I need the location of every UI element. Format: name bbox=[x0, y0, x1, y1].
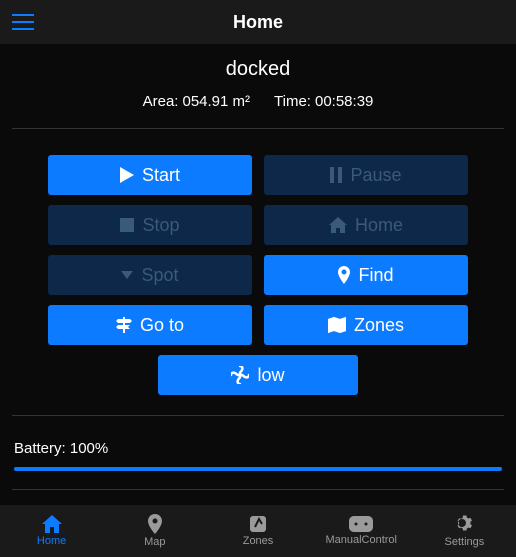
pin-icon bbox=[338, 266, 350, 284]
start-button[interactable]: Start bbox=[48, 155, 252, 195]
status-state: docked bbox=[0, 58, 516, 81]
fan-icon bbox=[231, 366, 249, 384]
low-button[interactable]: low bbox=[158, 355, 358, 395]
find-button[interactable]: Find bbox=[264, 255, 468, 295]
page-title: Home bbox=[233, 12, 283, 33]
time-label: Time: bbox=[274, 93, 311, 110]
stats-row: Area:054.91 m² Time:00:58:39 bbox=[0, 93, 516, 110]
stop-icon bbox=[120, 218, 134, 232]
zones-label: Zones bbox=[354, 315, 404, 336]
share-icon bbox=[249, 515, 267, 533]
zones-button[interactable]: Zones bbox=[264, 305, 468, 345]
pause-label: Pause bbox=[350, 165, 401, 186]
play-icon bbox=[120, 167, 134, 183]
spot-label: Spot bbox=[141, 265, 178, 286]
start-label: Start bbox=[142, 165, 180, 186]
nav-map[interactable]: Map bbox=[103, 505, 206, 557]
home-label: Home bbox=[355, 215, 403, 236]
map-icon bbox=[328, 317, 346, 333]
low-label: low bbox=[257, 365, 284, 386]
goto-button[interactable]: Go to bbox=[48, 305, 252, 345]
nav-home[interactable]: Home bbox=[0, 505, 103, 557]
stat-time: Time:00:58:39 bbox=[274, 93, 373, 110]
button-grid: Start Pause Stop Home Spot Find Go to Zo… bbox=[0, 137, 516, 395]
gamepad-icon bbox=[349, 516, 373, 532]
nav-manual-label: ManualControl bbox=[325, 534, 397, 546]
battery-bar bbox=[14, 467, 502, 471]
home-button[interactable]: Home bbox=[264, 205, 468, 245]
divider bbox=[12, 128, 504, 129]
top-bar: Home bbox=[0, 0, 516, 44]
nav-settings[interactable]: Settings bbox=[413, 505, 516, 557]
pause-icon bbox=[330, 167, 342, 183]
nav-map-label: Map bbox=[144, 536, 165, 548]
divider bbox=[12, 415, 504, 416]
gear-icon bbox=[454, 514, 474, 534]
area-label: Area: bbox=[143, 93, 179, 110]
time-value: 00:58:39 bbox=[315, 93, 373, 110]
nav-settings-label: Settings bbox=[445, 536, 485, 548]
stop-label: Stop bbox=[142, 215, 179, 236]
low-row: low bbox=[48, 355, 468, 395]
spot-button[interactable]: Spot bbox=[48, 255, 252, 295]
chevron-down-icon bbox=[121, 271, 133, 279]
goto-label: Go to bbox=[140, 315, 184, 336]
nav-home-label: Home bbox=[37, 535, 66, 547]
menu-icon[interactable] bbox=[12, 14, 34, 30]
home-icon bbox=[329, 217, 347, 233]
status-block: docked Area:054.91 m² Time:00:58:39 bbox=[0, 44, 516, 120]
home-icon bbox=[42, 515, 62, 533]
nav-zones[interactable]: Zones bbox=[206, 505, 309, 557]
battery-label: Battery: 100% bbox=[14, 440, 502, 457]
nav-zones-label: Zones bbox=[243, 535, 274, 547]
battery-section: Battery: 100% bbox=[0, 424, 516, 471]
pause-button[interactable]: Pause bbox=[264, 155, 468, 195]
bottom-nav: Home Map Zones ManualControl Settings bbox=[0, 505, 516, 557]
stop-button[interactable]: Stop bbox=[48, 205, 252, 245]
pin-icon bbox=[148, 514, 162, 534]
nav-manual[interactable]: ManualControl bbox=[310, 505, 413, 557]
stat-area: Area:054.91 m² bbox=[143, 93, 250, 110]
area-value: 054.91 m² bbox=[182, 93, 250, 110]
divider bbox=[12, 489, 504, 490]
signpost-icon bbox=[116, 317, 132, 333]
find-label: Find bbox=[358, 265, 393, 286]
